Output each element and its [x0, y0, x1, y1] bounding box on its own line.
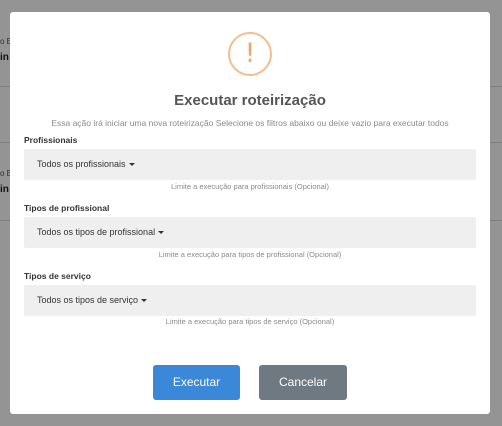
professionals-select[interactable]: Todos os profissionais	[24, 149, 476, 180]
professional-types-help: Limite a execução para tipos de profissi…	[158, 250, 342, 259]
professional-types-select[interactable]: Todos os tipos de profissional	[24, 217, 476, 248]
caret-down-icon	[141, 299, 148, 303]
execute-button[interactable]: Executar	[153, 365, 240, 400]
caret-down-icon	[158, 231, 165, 235]
exclamation-icon: !	[228, 32, 272, 76]
service-types-select-value: Todos os tipos de serviço	[37, 295, 139, 305]
professionals-help: Limite a execução para profissionais (Op…	[171, 182, 329, 191]
professional-types-select-value-wrap: Todos os tipos de profissional	[37, 217, 165, 248]
service-types-select[interactable]: Todos os tipos de serviço	[24, 285, 476, 316]
professionals-select-value-wrap: Todos os profissionais	[37, 149, 135, 180]
professionals-label: Profissionais	[24, 135, 78, 145]
professionals-select-value: Todos os profissionais	[37, 159, 126, 169]
professional-types-label: Tipos de profissional	[24, 203, 110, 213]
service-types-help: Limite a execução para tipos de serviço …	[165, 317, 335, 326]
execute-routing-dialog: ! Executar roteirização Essa ação irá in…	[10, 12, 490, 414]
caret-down-icon	[128, 163, 135, 167]
professional-types-select-value: Todos os tipos de profissional	[37, 227, 156, 237]
dialog-title: Executar roteirização	[174, 92, 326, 109]
cancel-button[interactable]: Cancelar	[259, 365, 347, 400]
dialog-subtitle: Essa ação irá iniciar uma nova roteiriza…	[51, 118, 449, 128]
service-types-select-value-wrap: Todos os tipos de serviço	[37, 285, 148, 316]
service-types-label: Tipos de serviço	[24, 271, 91, 281]
